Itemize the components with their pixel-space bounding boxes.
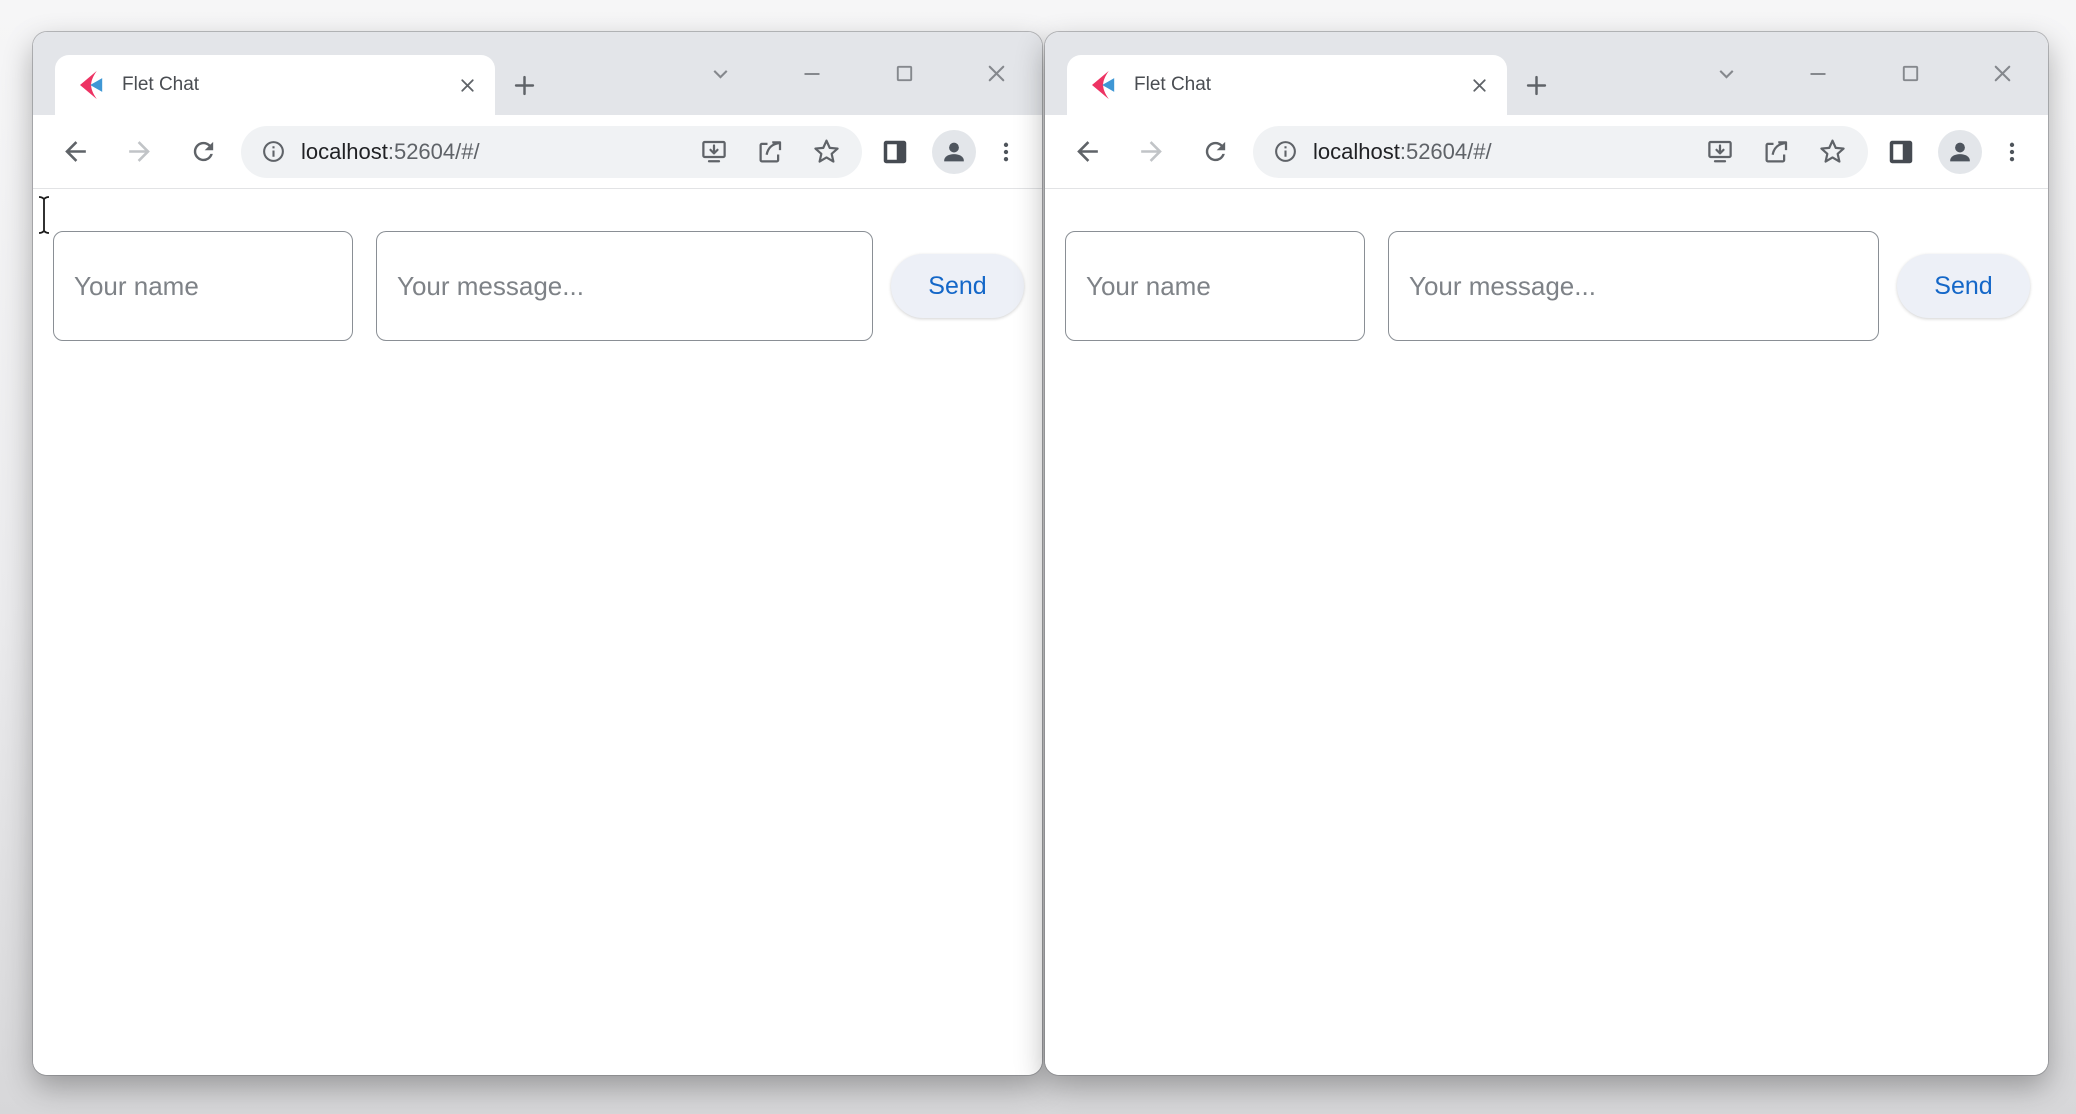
star-icon: [811, 136, 842, 167]
tab-search-button[interactable]: [1680, 32, 1772, 115]
install-app-button[interactable]: [699, 137, 729, 167]
toolbar-right: [1878, 129, 2034, 175]
tab-title: Flet Chat: [1134, 74, 1463, 96]
close-window-button[interactable]: [1956, 32, 2048, 115]
browser-toolbar: localhost:52604/#/: [33, 115, 1042, 189]
minimize-icon: [800, 62, 824, 86]
minimize-button[interactable]: [766, 32, 858, 115]
tab-strip: Flet Chat: [1045, 32, 2048, 115]
url-path: :52604/#/: [388, 139, 480, 164]
install-app-button[interactable]: [1705, 137, 1735, 167]
forward-button[interactable]: [111, 124, 167, 180]
plus-icon: [511, 72, 538, 99]
tab-strip: Flet Chat: [33, 32, 1042, 115]
window-controls: [1680, 32, 2048, 115]
star-icon: [1817, 136, 1848, 167]
compose-row: Send: [1045, 189, 2048, 341]
desktop: { "theme": { "tabstrip_bg": "#e3e5e9", "…: [0, 0, 2076, 1114]
reload-button[interactable]: [175, 124, 231, 180]
close-window-button[interactable]: [950, 32, 1042, 115]
flet-favicon-icon: [77, 70, 107, 100]
text-cursor-icon: [36, 195, 52, 240]
chevron-down-icon: [708, 61, 733, 86]
profile-avatar[interactable]: [932, 130, 976, 174]
forward-button[interactable]: [1123, 124, 1179, 180]
name-input[interactable]: [1065, 231, 1365, 341]
toolbar-right: [872, 129, 1028, 175]
url-path: :52604/#/: [1400, 139, 1492, 164]
page-info-icon[interactable]: [1273, 139, 1298, 164]
browser-menu-button[interactable]: [1990, 130, 2034, 174]
side-panel-icon: [880, 137, 910, 167]
address-bar[interactable]: localhost:52604/#/: [1253, 126, 1868, 178]
reload-icon: [1201, 137, 1230, 166]
new-tab-button[interactable]: [495, 55, 553, 115]
kebab-menu-icon: [1999, 139, 2025, 165]
back-button[interactable]: [1059, 124, 1115, 180]
side-panel-icon: [1886, 137, 1916, 167]
browser-window-right: Flet Chat: [1045, 32, 2048, 1075]
reload-button[interactable]: [1187, 124, 1243, 180]
browser-toolbar: localhost:52604/#/: [1045, 115, 2048, 189]
forward-arrow-icon: [124, 136, 155, 167]
person-icon: [1946, 138, 1974, 166]
new-tab-button[interactable]: [1507, 55, 1565, 115]
tab-flet-chat[interactable]: Flet Chat: [1067, 55, 1507, 115]
url-text: localhost:52604/#/: [301, 139, 673, 165]
chevron-down-icon: [1714, 61, 1739, 86]
close-icon: [984, 61, 1009, 86]
back-button[interactable]: [47, 124, 103, 180]
install-app-icon: [699, 137, 729, 167]
page-content: Send: [1045, 189, 2048, 1075]
url-text: localhost:52604/#/: [1313, 139, 1679, 165]
message-input[interactable]: [376, 231, 873, 341]
plus-icon: [1523, 72, 1550, 99]
tab-title: Flet Chat: [122, 74, 451, 96]
send-button[interactable]: Send: [891, 254, 1024, 318]
person-icon: [940, 138, 968, 166]
install-app-icon: [1705, 137, 1735, 167]
browser-window-left: Flet Chat: [33, 32, 1042, 1075]
minimize-button[interactable]: [1772, 32, 1864, 115]
tab-close-icon[interactable]: [451, 69, 483, 101]
browser-menu-button[interactable]: [984, 130, 1028, 174]
page-content: Send: [33, 189, 1042, 1075]
url-host: localhost: [301, 139, 388, 164]
share-button[interactable]: [755, 137, 785, 167]
forward-arrow-icon: [1136, 136, 1167, 167]
page-info-icon[interactable]: [261, 139, 286, 164]
reload-icon: [189, 137, 218, 166]
address-bar[interactable]: localhost:52604/#/: [241, 126, 862, 178]
share-icon: [755, 137, 785, 167]
close-icon: [1990, 61, 2015, 86]
side-panel-button[interactable]: [1878, 129, 1924, 175]
maximize-button[interactable]: [1864, 32, 1956, 115]
maximize-button[interactable]: [858, 32, 950, 115]
side-panel-button[interactable]: [872, 129, 918, 175]
compose-row: Send: [33, 189, 1042, 341]
window-controls: [674, 32, 1042, 115]
flet-favicon-icon: [1089, 70, 1119, 100]
send-button[interactable]: Send: [1897, 254, 2030, 318]
tab-flet-chat[interactable]: Flet Chat: [55, 55, 495, 115]
back-arrow-icon: [1072, 136, 1103, 167]
share-icon: [1761, 137, 1791, 167]
url-host: localhost: [1313, 139, 1400, 164]
profile-avatar[interactable]: [1938, 130, 1982, 174]
bookmark-button[interactable]: [811, 136, 842, 167]
message-input[interactable]: [1388, 231, 1879, 341]
kebab-menu-icon: [993, 139, 1019, 165]
minimize-icon: [1806, 62, 1830, 86]
maximize-icon: [893, 62, 916, 85]
share-button[interactable]: [1761, 137, 1791, 167]
name-input[interactable]: [53, 231, 353, 341]
maximize-icon: [1899, 62, 1922, 85]
bookmark-button[interactable]: [1817, 136, 1848, 167]
tab-close-icon[interactable]: [1463, 69, 1495, 101]
back-arrow-icon: [60, 136, 91, 167]
tab-search-button[interactable]: [674, 32, 766, 115]
